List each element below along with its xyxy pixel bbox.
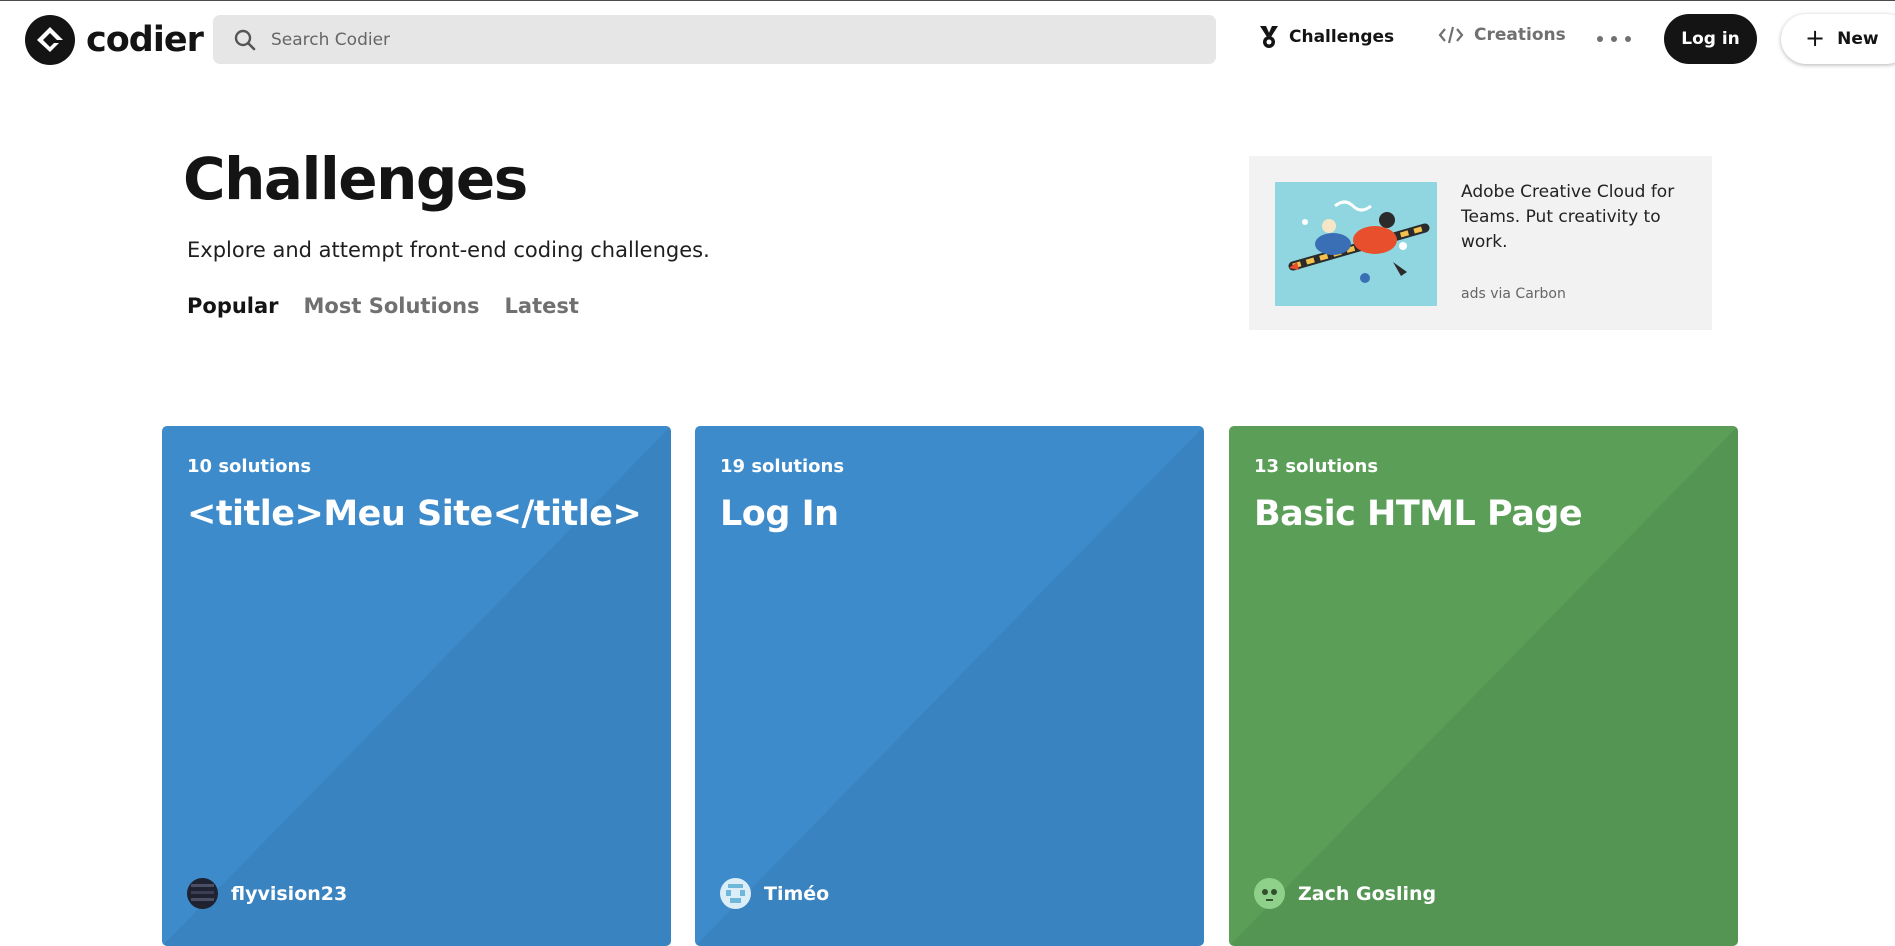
nav-challenges[interactable]: Challenges	[1259, 25, 1394, 49]
card-solution-count: 10 solutions	[187, 456, 312, 477]
tab-most-solutions[interactable]: Most Solutions	[304, 294, 480, 318]
login-button[interactable]: Log in	[1664, 14, 1757, 64]
card-solution-count: 13 solutions	[1254, 456, 1379, 477]
sort-tabs: Popular Most Solutions Latest	[187, 294, 579, 318]
challenge-card[interactable]: 19 solutions Log In Timéo	[695, 426, 1204, 946]
card-title[interactable]: <title>Meu Site</title>	[187, 494, 642, 534]
avatar	[720, 878, 751, 909]
card-solution-count: 19 solutions	[720, 456, 845, 477]
tab-latest[interactable]: Latest	[505, 294, 579, 318]
carbon-ad[interactable]: Adobe Creative Cloud for Teams. Put crea…	[1249, 156, 1712, 330]
new-button[interactable]: + New	[1781, 14, 1895, 64]
avatar	[1254, 878, 1285, 909]
top-navbar: codier Challenges	[0, 1, 1895, 77]
card-author[interactable]: flyvision23	[187, 878, 347, 909]
card-author[interactable]: Timéo	[720, 878, 829, 909]
author-name: Zach Gosling	[1298, 882, 1437, 905]
card-author[interactable]: Zach Gosling	[1254, 878, 1436, 909]
brand-logo[interactable]: codier	[25, 15, 204, 65]
medal-icon	[1259, 25, 1279, 49]
challenge-card[interactable]: 10 solutions <title>Meu Site</title> fly…	[162, 426, 671, 946]
code-icon	[1438, 25, 1464, 45]
brand-name: codier	[86, 20, 204, 60]
card-title[interactable]: Log In	[720, 494, 839, 534]
new-button-label: New	[1837, 29, 1879, 49]
page-title: Challenges	[183, 145, 528, 213]
ad-illustration[interactable]	[1275, 182, 1437, 306]
search-input[interactable]	[269, 28, 1173, 51]
codier-logo-icon	[25, 15, 75, 65]
search-icon	[233, 28, 257, 52]
author-name: flyvision23	[231, 882, 348, 905]
nav-challenges-label: Challenges	[1289, 27, 1395, 47]
author-name: Timéo	[764, 882, 830, 905]
challenge-card[interactable]: 13 solutions Basic HTML Page Zach Goslin…	[1229, 426, 1738, 946]
card-title[interactable]: Basic HTML Page	[1254, 494, 1583, 534]
tab-popular[interactable]: Popular	[187, 294, 279, 318]
nav-creations[interactable]: Creations	[1438, 25, 1566, 45]
more-menu-icon[interactable]	[1597, 27, 1631, 51]
ad-text[interactable]: Adobe Creative Cloud for Teams. Put crea…	[1461, 180, 1681, 255]
search-bar[interactable]	[213, 15, 1216, 64]
page-subtitle: Explore and attempt front-end coding cha…	[187, 238, 710, 262]
nav-creations-label: Creations	[1474, 25, 1566, 45]
avatar	[187, 878, 218, 909]
ad-credit[interactable]: ads via Carbon	[1461, 286, 1566, 302]
plus-icon: +	[1805, 24, 1826, 52]
